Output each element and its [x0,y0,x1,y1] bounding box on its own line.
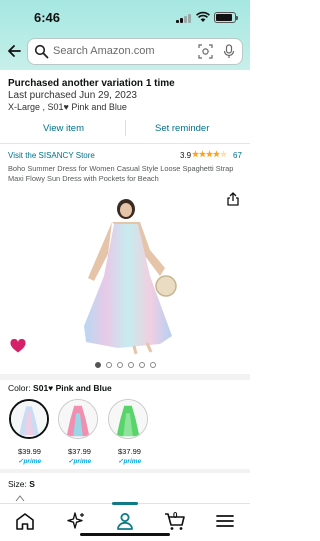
search-icon [34,44,49,59]
color-option-price: $39.99 [18,447,41,456]
carousel-dot[interactable] [127,362,134,368]
view-item-button[interactable]: View item [43,123,84,134]
purchase-date: Last purchased Jun 29, 2023 [8,90,137,101]
color-option-price: $37.99 [118,447,141,456]
cart-count-badge: 0 [173,511,178,520]
carousel-dot[interactable] [94,362,101,368]
carousel-dot[interactable] [116,362,123,368]
section-divider [0,469,250,473]
dress-pink-multi-icon [59,400,97,438]
selected-size: S [29,479,35,489]
size-label[interactable]: Size: S [8,479,35,489]
purchase-variation: X-Large , S01♥ Pink and Blue [8,102,127,112]
sparkle-icon[interactable] [63,511,87,531]
prime-badge: ✓prime [18,458,42,465]
prime-badge: ✓prime [68,458,92,465]
battery-icon [214,12,238,23]
color-option-dress-green[interactable] [108,399,148,439]
image-carousel-indicator[interactable] [0,362,250,370]
color-label: Color: S01♥ Pink and Blue [8,383,112,393]
camera-scan-icon[interactable] [198,44,213,59]
app-header: 6:46 Search Amazon.com [0,0,250,70]
dress-pink-blue-icon [11,401,47,437]
clock: 6:46 [34,10,61,25]
signal-icon [176,13,192,23]
size-label-prefix: Size: [8,479,30,489]
back-arrow-icon[interactable] [6,43,22,59]
search-input[interactable]: Search Amazon.com [28,39,242,64]
selected-color: S01♥ Pink and Blue [33,383,112,393]
carousel-dot[interactable] [138,362,145,368]
rating-value[interactable]: 3.9 [180,151,191,160]
color-option-dress-pink-multi[interactable] [58,399,98,439]
button-divider [125,120,126,136]
purchase-history-banner: Purchased another variation 1 time Last … [0,70,250,144]
product-image[interactable] [0,186,250,356]
color-option-dress-pink-blue[interactable] [9,399,49,439]
store-link[interactable]: Visit the SISANCY Store [8,151,95,160]
favorite-heart-icon[interactable] [10,339,26,353]
prime-badge: ✓prime [118,458,142,465]
status-bar: 6:46 [0,0,250,34]
wifi-icon [196,11,210,22]
section-divider [0,374,250,380]
color-label-prefix: Color: [8,383,34,393]
carousel-dot[interactable] [149,362,156,368]
active-tab-indicator [112,502,138,505]
dress-green-icon [109,400,147,438]
carousel-dot[interactable] [105,362,112,368]
rating-count[interactable]: 67 [233,151,242,160]
set-reminder-button[interactable]: Set reminder [155,123,209,134]
account-icon[interactable] [113,511,137,531]
product-title: Boho Summer Dress for Women Casual Style… [8,164,234,183]
color-option-price: $37.99 [68,447,91,456]
home-indicator [80,533,170,536]
search-placeholder: Search Amazon.com [53,45,155,57]
microphone-icon[interactable] [222,44,236,59]
menu-icon[interactable] [213,511,237,531]
home-icon[interactable] [13,511,37,531]
star-rating-icon[interactable] [192,150,228,159]
share-icon[interactable] [226,192,240,206]
purchase-heading: Purchased another variation 1 time [8,78,175,89]
size-options-partial [15,495,25,502]
